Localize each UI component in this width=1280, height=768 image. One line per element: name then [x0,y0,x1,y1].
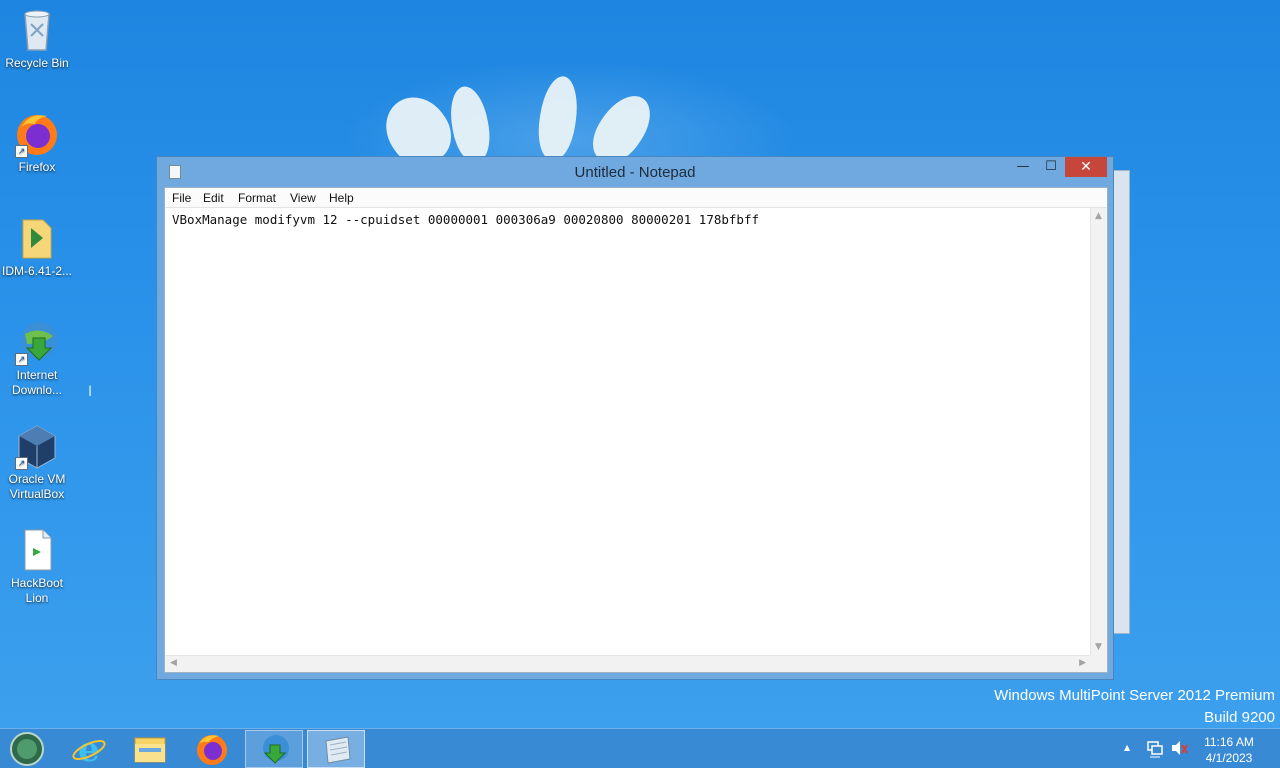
clock-time: 11:16 AM [1204,735,1254,749]
menu-view[interactable]: View [290,191,316,205]
vertical-scrollbar[interactable]: ▲ ▼ [1090,208,1107,656]
firefox-icon [197,735,227,765]
menu-edit[interactable]: Edit [203,191,224,205]
scroll-up-icon[interactable]: ▲ [1095,212,1102,221]
desktop-icon-recycle-bin[interactable]: Recycle Bin [0,6,74,71]
desktop-icon-label: Firefox [18,160,56,174]
resize-grip-icon[interactable] [1090,655,1107,672]
os-watermark: Windows MultiPoint Server 2012 Premium B… [994,685,1275,729]
menu-file[interactable]: File [172,191,191,205]
watermark-build: Build 9200 [1204,709,1275,726]
desktop-icon-idm-folder[interactable]: IDM-6.41-2... [0,214,74,279]
firefox-icon: ↗ [13,110,61,158]
folder-icon [134,737,166,763]
taskbar-internet-explorer[interactable]: e [60,730,118,768]
notepad-icon [325,736,351,764]
recycle-bin-icon [13,6,61,54]
scroll-right-icon[interactable]: ▶ [1079,659,1086,668]
desktop-icon-label: VirtualBox [9,487,65,501]
desktop-icon-label: Downlo... [11,383,63,397]
minimize-button[interactable]: — [1009,157,1037,177]
virtualbox-icon: ↗ [13,422,61,470]
taskbar: e ▲ 11:16 AM 4/1/2023 [0,728,1280,768]
taskbar-firefox[interactable] [183,730,241,768]
folder-icon [13,214,61,262]
clock-date: 4/1/2023 [1205,751,1253,765]
file-icon [13,526,61,574]
shortcut-arrow-icon: ↗ [15,353,28,366]
menu-help[interactable]: Help [329,191,354,205]
close-button[interactable]: ✕ [1065,157,1107,177]
svg-text:e: e [78,730,100,768]
desktop-icon-label: HackBoot [10,576,64,590]
desktop-icon-label: IDM-6.41-2... [1,264,73,278]
network-tray-icon[interactable] [1146,729,1164,768]
internet-explorer-icon: e [72,730,106,768]
taskbar-notepad[interactable] [307,730,365,768]
internet-download-manager-icon: ↗ [13,318,61,366]
watermark-edition: Windows MultiPoint Server 2012 Premium [994,687,1275,704]
notepad-client-area: File Edit Format View Help VBoxManage mo… [164,187,1108,673]
window-title: Untitled - Notepad [574,164,696,181]
scroll-left-icon[interactable]: ◀ [170,659,177,668]
scroll-down-icon[interactable]: ▼ [1095,643,1102,652]
taskbar-file-explorer[interactable] [121,730,179,768]
menu-bar: File Edit Format View Help [165,188,1107,208]
shortcut-arrow-icon: ↗ [15,457,28,470]
desktop-icon-label: Recycle Bin [5,56,69,70]
desktop-icon-hackboot-lion[interactable]: HackBoot Lion [0,526,74,606]
taskbar-internet-download-manager[interactable] [245,730,303,768]
desktop-icon-label: Lion [25,591,49,605]
internet-download-manager-icon [263,735,289,764]
maximize-button[interactable]: ☐ [1037,157,1065,177]
network-icon [1147,741,1163,758]
desktop-icon-virtualbox[interactable]: ↗ Oracle VM VirtualBox [0,422,74,502]
volume-tray-icon[interactable] [1170,729,1188,768]
text-cursor-icon: I [88,384,93,400]
notepad-window[interactable]: Untitled - Notepad — ☐ ✕ File Edit Forma… [156,156,1114,680]
menu-format[interactable]: Format [238,191,276,205]
shortcut-arrow-icon: ↗ [15,145,28,158]
volume-muted-icon [1172,741,1188,755]
desktop-icon-label: Internet [16,368,58,382]
desktop-icon-internet-download-manager[interactable]: ↗ Internet Downlo... [0,318,74,398]
text-editor[interactable]: VBoxManage modifyvm 12 --cpuidset 000000… [165,208,1091,656]
start-button[interactable] [0,730,58,768]
desktop-icon-firefox[interactable]: ↗ Firefox [0,110,74,175]
desktop-icon-label: Oracle VM [8,472,66,486]
title-bar[interactable]: Untitled - Notepad — ☐ ✕ [157,157,1113,187]
horizontal-scrollbar[interactable]: ◀ ▶ [165,655,1091,672]
tray-overflow-icon[interactable]: ▲ [1124,743,1130,752]
start-orb-icon [10,732,44,766]
taskbar-clock[interactable]: 11:16 AM 4/1/2023 [1196,734,1262,766]
